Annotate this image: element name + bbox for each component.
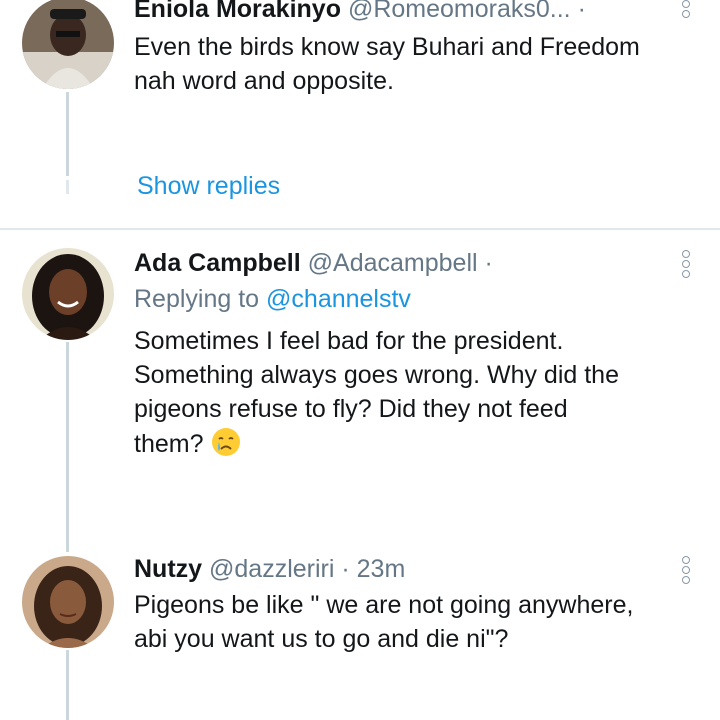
tweet-text-line: them? [134,426,694,461]
display-name[interactable]: Eniola Morakinyo [134,0,341,23]
thread-line [66,650,69,720]
replying-to-label: Replying to [134,285,260,313]
thread-line [66,92,69,176]
tweet-text: Pigeons be like " we are not going anywh… [134,588,694,656]
display-name[interactable]: Nutzy [134,555,202,583]
user-handle[interactable]: @Romeomoraks0... [348,0,571,23]
avatar-image-icon [22,248,114,340]
show-replies-link[interactable]: Show replies [137,172,280,201]
tweet-header: Nutzy @dazzleriri · 23m [134,554,672,584]
avatar-image-icon [22,0,114,89]
tweet-text-line: Sometimes I feel bad for the president. [134,327,564,355]
separator-dot: · [484,249,493,277]
tweet-text-line: pigeons refuse to fly? Did they not feed [134,395,568,423]
display-name[interactable]: Ada Campbell [134,249,301,277]
tweet-nutzy[interactable]: Nutzy @dazzleriri · 23m Pigeons be like … [0,530,720,720]
avatar[interactable] [22,0,114,89]
tweet-text-line: abi you want us to go and die ni"? [134,625,509,653]
replying-to: Replying to @channelstv [134,284,411,314]
more-options-icon[interactable] [682,556,692,586]
timestamp[interactable]: 23m [357,555,406,583]
tweet-text-line: Even the birds know say Buhari and Freed… [134,33,640,61]
tweet-eniola[interactable]: Eniola Morakinyo @Romeomoraks0... · Even… [0,0,720,230]
tweet-ada[interactable]: Ada Campbell @Adacampbell · Replying to … [0,230,720,552]
tweet-text: Sometimes I feel bad for the president. … [134,324,694,461]
tweet-text-line: Something always goes wrong. Why did the [134,361,619,389]
mention-link[interactable]: @channelstv [266,285,411,313]
user-handle[interactable]: @dazzleriri [209,555,334,583]
more-options-icon[interactable] [682,0,692,20]
crying-face-icon [210,426,242,458]
thread-line [66,342,69,552]
avatar-image-icon [22,556,114,648]
tweet-header: Eniola Morakinyo @Romeomoraks0... · [134,0,672,24]
user-handle[interactable]: @Adacampbell [308,249,478,277]
tweet-text-line: Pigeons be like " we are not going anywh… [134,591,634,619]
tweet-text-line: nah word and opposite. [134,67,394,95]
tweet-header: Ada Campbell @Adacampbell · [134,248,672,278]
tweet-text-fragment: them? [134,430,204,458]
tweet-text: Even the birds know say Buhari and Freed… [134,30,694,98]
more-options-icon[interactable] [682,250,692,280]
separator-dot: · [577,0,586,23]
separator-dot: · [341,555,350,583]
avatar[interactable] [22,248,114,340]
avatar[interactable] [22,556,114,648]
thread-line-dotted [66,180,69,194]
